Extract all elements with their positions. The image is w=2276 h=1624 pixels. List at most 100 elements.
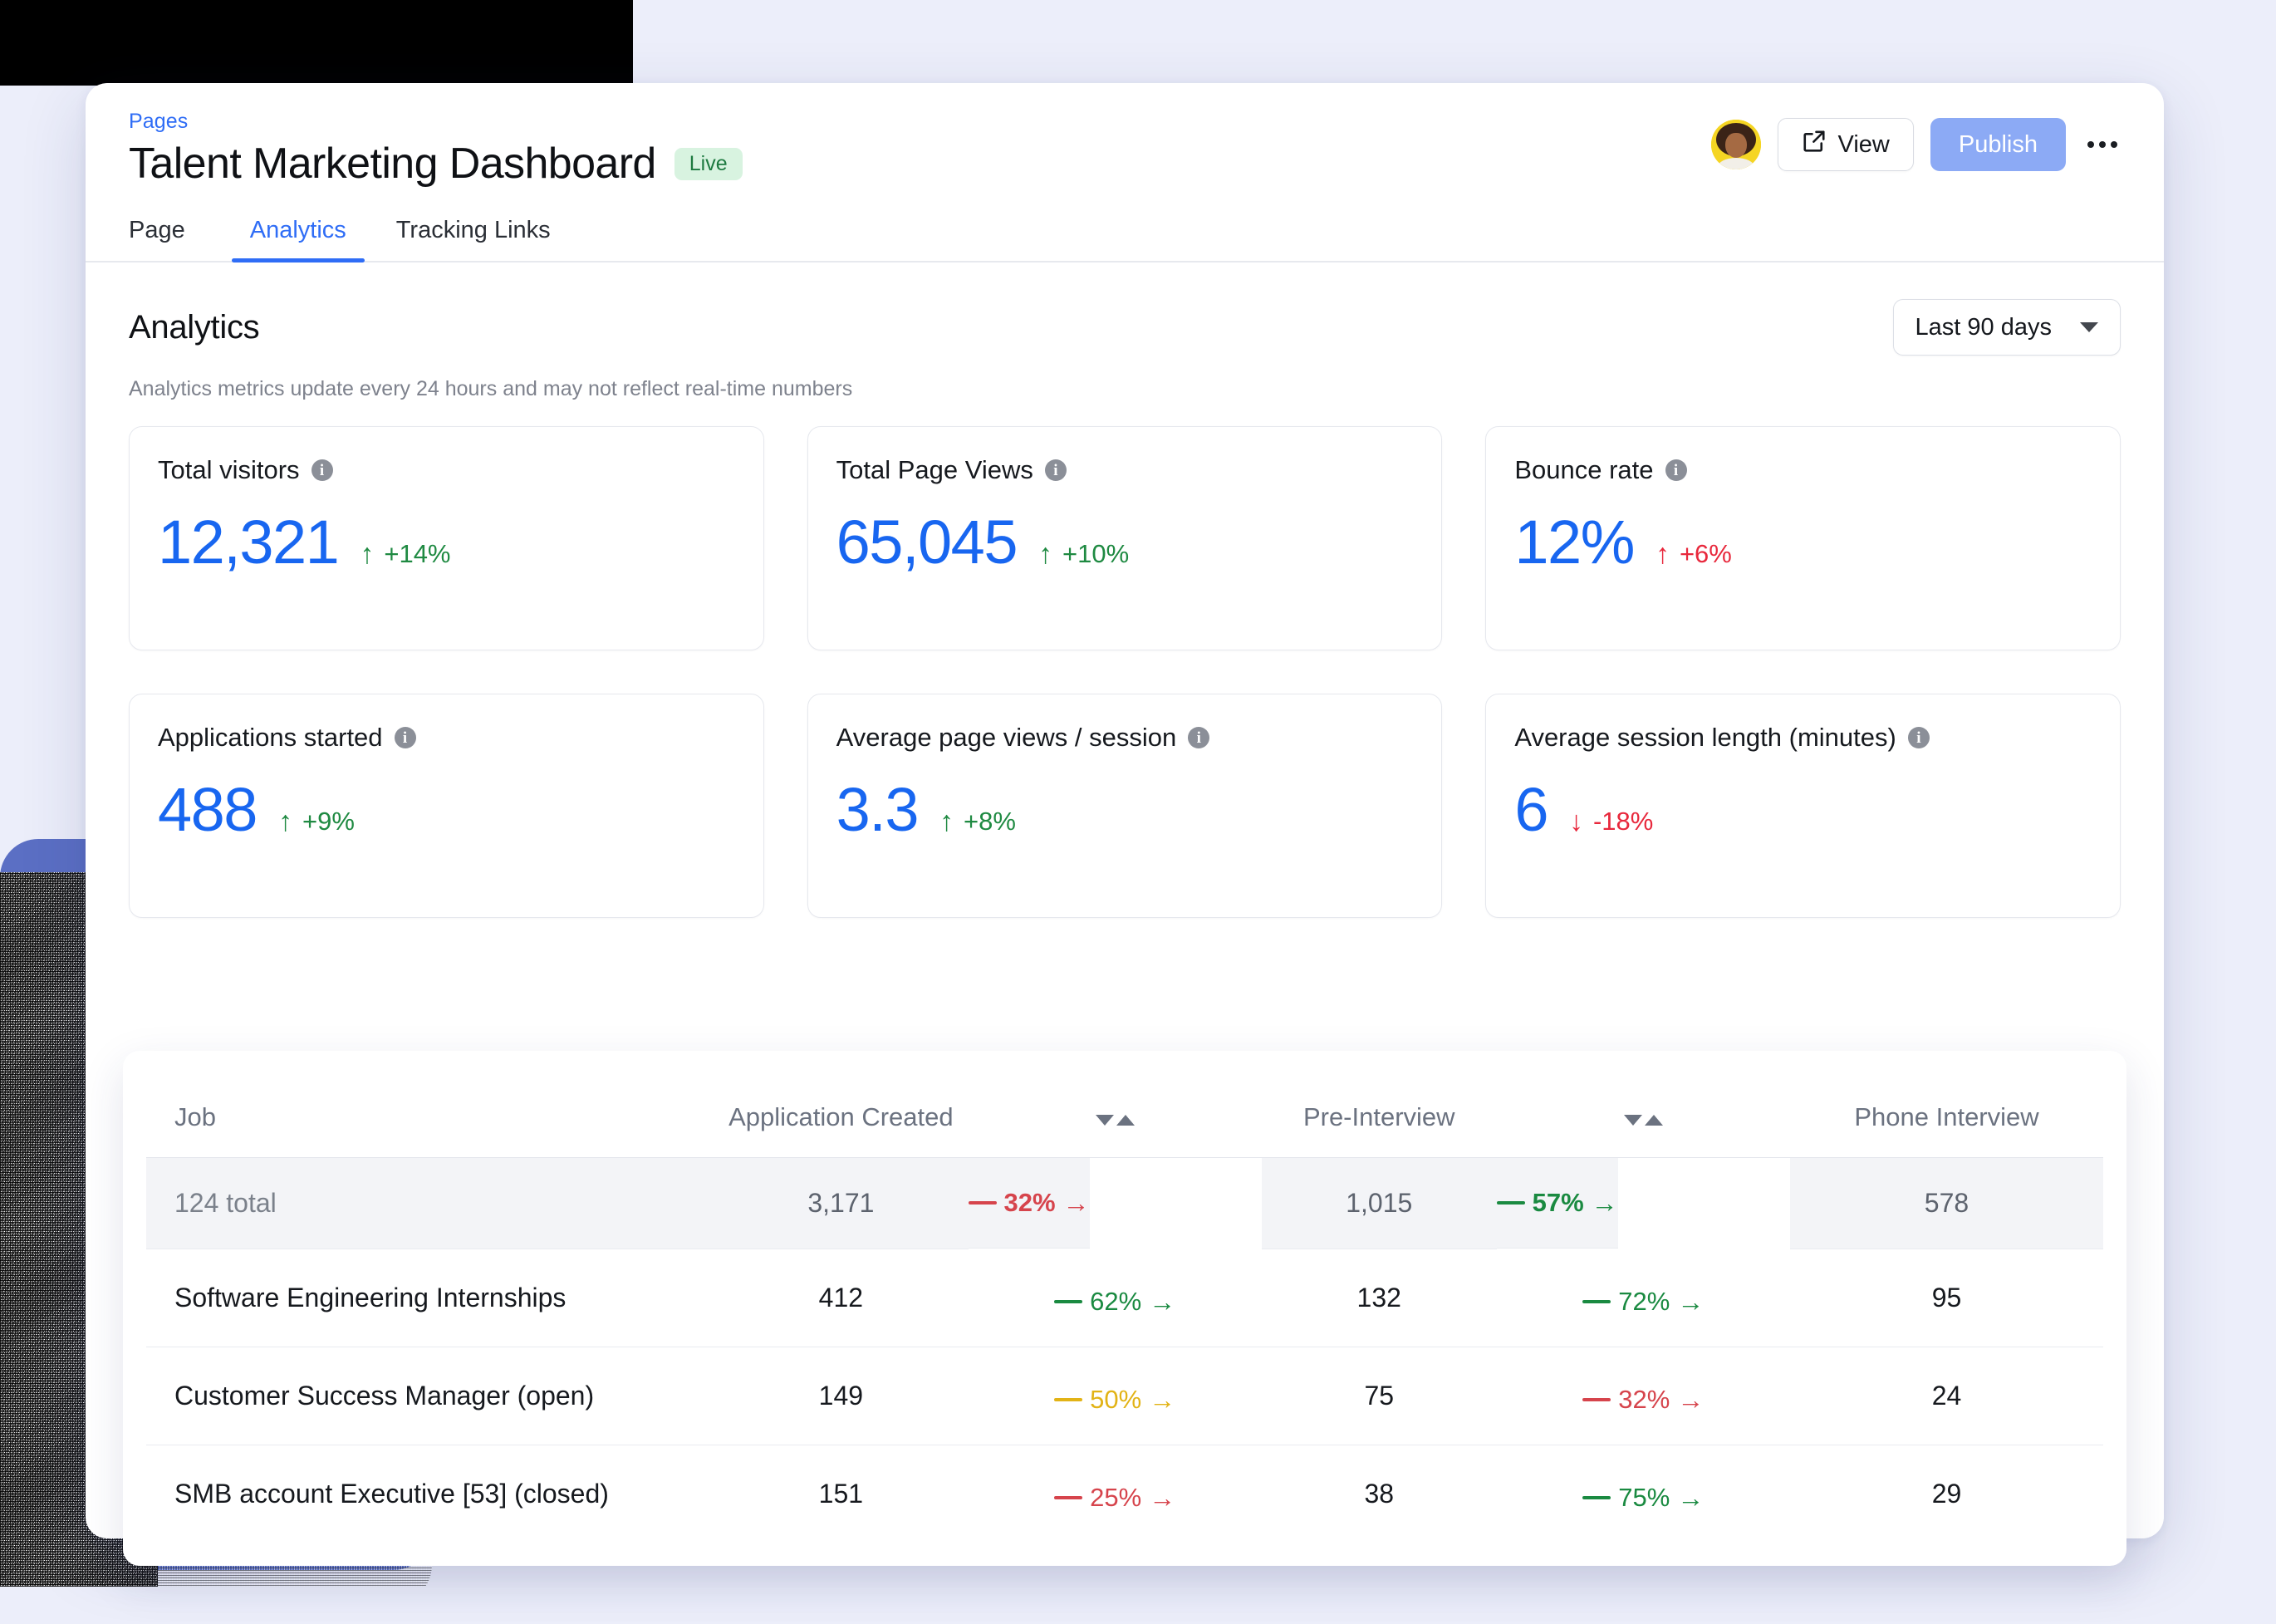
external-link-icon (1802, 129, 1827, 160)
arrow-right-icon: → (1677, 1482, 1705, 1513)
metric-value: 6 (1514, 775, 1548, 844)
date-range-value: Last 90 days (1915, 313, 2052, 341)
metric-card-label: Total Page Views i (836, 455, 1414, 485)
window-body: Analytics Last 90 days Analytics metrics… (86, 262, 2164, 918)
column-header-pre-interview[interactable]: Pre-Interview (1261, 1074, 1497, 1158)
cell-conversion-2: 75% → (1497, 1445, 1790, 1543)
dashboard-window: Pages Talent Marketing Dashboard Live Vi… (86, 83, 2164, 1566)
conversion-indicator: 32% → (1582, 1385, 1704, 1415)
metric-delta-text: +10% (1062, 539, 1130, 568)
view-button[interactable]: View (1777, 118, 1914, 171)
metric-value: 488 (158, 775, 258, 844)
sort-application-created[interactable] (968, 1074, 1262, 1158)
cell-job: 124 total (146, 1157, 714, 1249)
cell-phone-interview: 95 (1790, 1249, 2103, 1347)
publish-button[interactable]: Publish (1930, 118, 2066, 171)
conversion-indicator: 25% → (1054, 1483, 1175, 1513)
tab-page[interactable]: Page (129, 217, 204, 261)
cell-conversion-1: 32% → (968, 1158, 1090, 1249)
conversion-bar (1054, 1495, 1083, 1499)
tab-bar: Page Analytics Tracking Links (86, 217, 2164, 262)
metric-card-grid: Total visitors i 12,321 ↑ +14% Total Pag… (129, 426, 2121, 918)
avatar[interactable] (1710, 120, 1761, 169)
column-header-job[interactable]: Job (146, 1074, 714, 1158)
cell-application-created: 149 (714, 1347, 969, 1445)
sort-toggle-icon[interactable] (1095, 1115, 1135, 1126)
metric-card-label: Average session length (minutes) i (1514, 723, 2092, 753)
metric-delta-text: +6% (1679, 539, 1732, 568)
column-header-application-created[interactable]: Application Created (714, 1074, 969, 1158)
cell-pre-interview: 132 (1261, 1249, 1497, 1347)
cell-phone-interview: 29 (1931, 1478, 1962, 1509)
metric-label-text: Total Page Views (836, 455, 1033, 484)
info-icon[interactable]: i (1665, 459, 1687, 481)
conversion-indicator: 62% → (1054, 1287, 1175, 1317)
metric-value: 65,045 (836, 508, 1018, 576)
funnel-table: Job Application Created Pre-Interview Ph… (146, 1074, 2103, 1543)
conversion-indicator: 57% → (1496, 1188, 1618, 1218)
cell-phone-interview: 24 (1790, 1347, 2103, 1445)
metric-card-applications-started: Applications started i 488 ↑ +9% (129, 694, 764, 918)
conversion-indicator: 32% → (968, 1188, 1090, 1218)
info-icon[interactable]: i (394, 727, 416, 748)
arrow-down-icon: ↓ (1568, 806, 1583, 837)
metric-card-avg-session-length: Average session length (minutes) i 6 ↓ -… (1485, 694, 2121, 918)
metric-delta: ↑ +6% (1655, 539, 1732, 569)
metric-value-row: 488 ↑ +9% (158, 779, 735, 841)
metric-card-bounce-rate: Bounce rate i 12% ↑ +6% (1485, 426, 2121, 650)
date-range-select[interactable]: Last 90 days (1892, 299, 2121, 356)
window-header: Pages Talent Marketing Dashboard Live Vi… (86, 83, 2164, 189)
cell-pre-interview: 75 (1261, 1347, 1497, 1445)
cell-application-created: 3,171 (714, 1157, 969, 1249)
cell-job: Software Engineering Internships (146, 1249, 714, 1347)
cell-conversion-1: 50% → (968, 1347, 1262, 1445)
arrow-right-icon: → (1677, 1286, 1705, 1317)
cell-application-created: 151 (818, 1478, 864, 1509)
metric-card-label: Bounce rate i (1514, 455, 2092, 485)
more-options-icon[interactable] (2082, 133, 2122, 156)
arrow-right-icon: → (1149, 1286, 1176, 1317)
conversion-percent: 57% (1532, 1188, 1584, 1217)
info-icon[interactable]: i (1907, 727, 1930, 748)
sort-pre-interview[interactable] (1496, 1074, 1790, 1158)
metric-value: 12,321 (158, 508, 340, 576)
metric-label-text: Total visitors (158, 455, 300, 484)
table-row[interactable]: Customer Success Manager (open) 149 50% … (146, 1347, 2103, 1445)
cell-job: SMB account Executive [53] (closed) (174, 1478, 609, 1509)
info-icon[interactable]: i (1188, 727, 1210, 748)
metric-label-text: Average page views / session (836, 723, 1177, 752)
cell-conversion-2: 57% → (1496, 1158, 1618, 1249)
arrow-right-icon: → (1149, 1482, 1176, 1513)
column-header-phone-interview: Phone Interview (1790, 1074, 2103, 1158)
table-row[interactable]: SMB account Executive [53] (closed) 151 … (146, 1445, 2103, 1543)
decorative-black-block (0, 0, 633, 86)
cell-conversion-2: 32% → (1496, 1347, 1790, 1445)
metric-value-row: 12% ↑ +6% (1514, 512, 2092, 573)
info-icon[interactable]: i (311, 459, 333, 481)
sort-toggle-icon[interactable] (1623, 1115, 1663, 1126)
metric-value: 3.3 (836, 775, 920, 844)
cell-pre-interview: 38 (1364, 1478, 1395, 1509)
conversion-percent: 32% (1003, 1188, 1056, 1217)
metric-card-label: Applications started i (158, 723, 735, 753)
metric-label-text: Applications started (158, 723, 383, 752)
conversion-indicator: 75% → (1582, 1483, 1704, 1513)
status-badge: Live (674, 147, 743, 180)
metric-value-row: 12,321 ↑ +14% (158, 512, 735, 573)
metric-delta: ↓ -18% (1569, 807, 1653, 837)
metric-card-label: Total visitors i (158, 455, 735, 485)
table-row[interactable]: Software Engineering Internships 412 62%… (146, 1249, 2103, 1347)
header-actions: View Publish (1710, 118, 2122, 171)
metric-delta-text: +9% (302, 807, 355, 836)
analytics-heading: Analytics (129, 308, 260, 346)
tab-tracking-links[interactable]: Tracking Links (378, 217, 569, 261)
table-body: 124 total 3,171 32% → 1,015 57% → 578 So… (146, 1157, 2103, 1543)
conversion-bar (1496, 1201, 1525, 1205)
tab-analytics[interactable]: Analytics (231, 217, 365, 262)
metric-value: 12% (1514, 508, 1635, 576)
metric-delta: ↑ +14% (360, 539, 450, 569)
conversion-percent: 32% (1618, 1384, 1670, 1414)
info-icon[interactable]: i (1044, 459, 1067, 481)
conversion-percent: 72% (1618, 1286, 1670, 1316)
arrow-right-icon: → (1062, 1188, 1090, 1218)
